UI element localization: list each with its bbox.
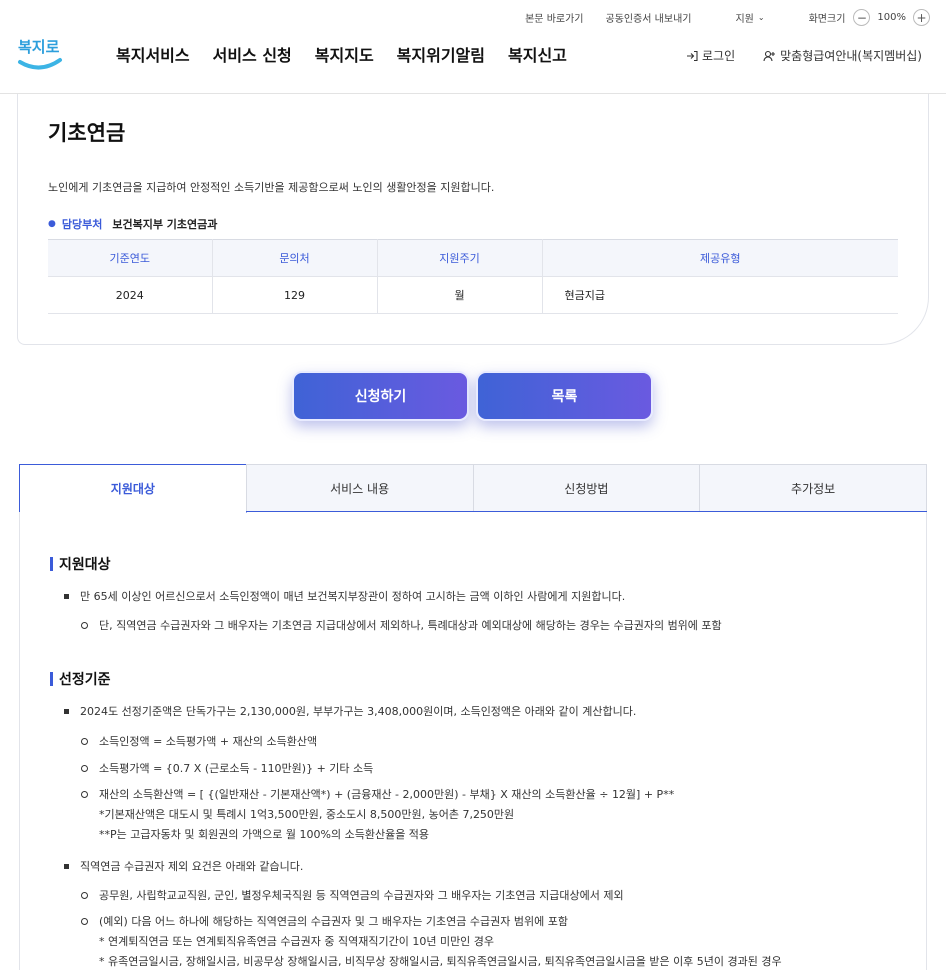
site-header: 본문 바로가기 공동인증서 내보내기 지원 ⌄ 화면크기 − 100% + 복지로… <box>0 0 946 94</box>
sub-list-item: 소득평가액 = {0.7 X (근로소득 - 110만원)} + 기타 소득 <box>81 759 373 779</box>
cell-contact: 129 <box>212 276 378 314</box>
section-title-target: 지원대상 <box>50 554 111 574</box>
department-info: ● 담당부처 보건복지부 기초연금과 <box>48 216 217 232</box>
bullet-dot-icon: ● <box>48 219 56 229</box>
support-dropdown[interactable]: 지원 ⌄ <box>713 10 764 25</box>
sub-list-item: (예외) 다음 어느 하나에 해당하는 직역연금의 수급권자 및 그 배우자는 … <box>81 912 782 970</box>
header-year: 기준연도 <box>48 239 213 277</box>
sub-list-item: 공무원, 사립학교교직원, 군인, 별정우체국직원 등 직역연금의 수급권자와 … <box>81 886 624 906</box>
chevron-down-icon: ⌄ <box>757 13 765 22</box>
member-menu: 로그인 맞춤형급여안내(복지멤버십) <box>686 47 922 64</box>
section-title-criteria: 선정기준 <box>50 669 111 689</box>
table-header-row: 기준연도 문의처 지원주기 제공유형 <box>48 239 898 277</box>
nav-service-apply[interactable]: 서비스 신청 <box>213 42 292 66</box>
zoom-in-button[interactable]: + <box>913 9 930 26</box>
header-contact: 문의처 <box>212 239 378 277</box>
list-button[interactable]: 목록 <box>476 371 653 421</box>
apply-button[interactable]: 신청하기 <box>292 371 469 421</box>
tab-service-content[interactable]: 서비스 내용 <box>245 464 474 511</box>
tab-target[interactable]: 지원대상 <box>19 464 247 513</box>
sub-list-item: 재산의 소득환산액 = [ {(일반재산 - 기본재산액*) + (금융재산 -… <box>81 785 674 845</box>
department-value: 보건복지부 기초연금과 <box>112 218 218 231</box>
page-title: 기초연금 <box>48 121 126 145</box>
skip-to-content-link[interactable]: 본문 바로가기 <box>525 10 583 25</box>
cell-year: 2024 <box>48 276 213 314</box>
list-item: 2024도 선정기준액은 단독가구는 2,130,000원, 부부가구는 3,4… <box>64 703 636 719</box>
nav-welfare-service[interactable]: 복지서비스 <box>116 42 190 66</box>
sub-list-item: 소득인정액 = 소득평가액 + 재산의 소득환산액 <box>81 732 317 752</box>
zoom-control: 화면크기 − 100% + <box>787 9 930 26</box>
cert-export-link[interactable]: 공동인증서 내보내기 <box>606 10 692 25</box>
zoom-value: 100% <box>877 12 906 23</box>
zoom-label: 화면크기 <box>808 14 846 25</box>
main-navigation: 복지서비스 서비스 신청 복지지도 복지위기알림 복지신고 <box>116 42 567 66</box>
utility-bar: 본문 바로가기 공동인증서 내보내기 지원 ⌄ 화면크기 − 100% + <box>503 9 930 26</box>
service-info-table: 기준연도 문의처 지원주기 제공유형 2024 129 월 현금지급 <box>48 239 898 314</box>
tab-apply-method[interactable]: 신청방법 <box>472 464 701 511</box>
nav-welfare-report[interactable]: 복지신고 <box>508 42 567 66</box>
nav-welfare-map[interactable]: 복지지도 <box>315 42 374 66</box>
service-description: 노인에게 기초연금을 지급하여 안정적인 소득기반을 제공함으로써 노인의 생활… <box>48 181 495 194</box>
header-type: 제공유형 <box>542 239 898 277</box>
login-link[interactable]: 로그인 <box>686 47 735 64</box>
tab-additional-info[interactable]: 추가정보 <box>699 464 927 511</box>
header-cycle: 지원주기 <box>377 239 543 277</box>
list-item: 직역연금 수급권자 제외 요건은 아래와 같습니다. <box>64 858 303 874</box>
sub-list-item: 단, 직역연금 수급권자와 그 배우자는 기초연금 지급대상에서 제외하나, 특… <box>81 616 722 636</box>
cell-cycle: 월 <box>377 276 543 314</box>
login-icon <box>687 50 698 61</box>
membership-guide-link[interactable]: 맞춤형급여안내(복지멤버십) <box>763 47 922 64</box>
logo-text: 복지로 <box>18 38 60 56</box>
department-label: 담당부처 <box>61 218 103 231</box>
logo-icon: 복지로 <box>18 38 62 70</box>
bokjiro-logo[interactable]: 복지로 <box>16 30 66 74</box>
zoom-out-button[interactable]: − <box>853 9 871 26</box>
user-add-icon <box>763 50 776 61</box>
table-row: 2024 129 월 현금지급 <box>48 276 898 314</box>
cell-type: 현금지급 <box>542 276 898 314</box>
nav-crisis-alert[interactable]: 복지위기알림 <box>397 42 485 66</box>
list-item: 만 65세 이상인 어르신으로서 소득인정액이 매년 보건복지부장관이 정하여 … <box>64 588 625 604</box>
detail-tabs: 지원대상 서비스 내용 신청방법 추가정보 <box>19 464 927 513</box>
